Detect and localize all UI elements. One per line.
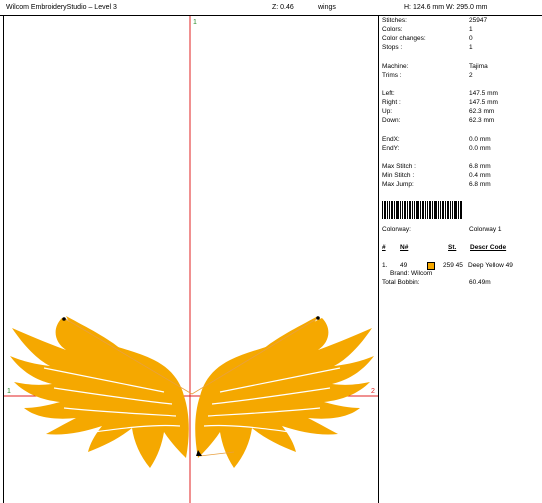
- thread-row-stitches: 259 45: [443, 262, 463, 269]
- app-title: Wilcom EmbroideryStudio – Level 3: [6, 4, 117, 11]
- stat-down: Down: 62.3 mm: [382, 117, 495, 124]
- design-name: wings: [318, 4, 336, 11]
- stat-max-stitch: Max Stitch :6.8 mm: [382, 163, 491, 170]
- zoom-level: Z: 0.46: [272, 4, 294, 11]
- stat-trims: Trims :2: [382, 72, 473, 79]
- start-point-icon: [62, 317, 66, 321]
- thread-row-needle: 49: [400, 262, 408, 269]
- stat-up: Up: 62.3 mm: [382, 108, 495, 115]
- col-header-stitches: St.: [448, 244, 457, 251]
- col-header-descr-code: Descr Code: [470, 244, 507, 251]
- stat-machine: Machine: Tajima: [382, 63, 488, 70]
- guide-marker-right: 2: [371, 388, 375, 395]
- title-bar: Wilcom EmbroideryStudio – Level 3 Z: 0.4…: [0, 0, 542, 16]
- thread-brand: Brand: Wilcom: [390, 270, 433, 277]
- end-point-icon: [316, 316, 320, 320]
- stat-left: Left: 147.5 mm: [382, 90, 498, 97]
- thread-row-number: 1.: [382, 262, 388, 269]
- total-bobbin-row: Total Bobbin: 60.49m: [382, 279, 491, 286]
- stat-stops: Stops :1: [382, 44, 473, 51]
- colorway-row: Colorway: Colorway 1: [382, 226, 502, 233]
- stat-max-jump: Max Jump: 6.8 mm: [382, 181, 491, 188]
- thread-row-description: Deep Yellow 49: [468, 262, 513, 269]
- design-barcode: [382, 201, 462, 219]
- col-header-needle: N#: [400, 244, 409, 251]
- stat-endx: EndX: 0.0 mm: [382, 136, 491, 143]
- thread-color-swatch: [427, 262, 435, 270]
- stat-endy: EndY: 0.0 mm: [382, 145, 491, 152]
- stitch-info-panel: Stitches: 25947 Colors: 1 Color changes: 0 …: [378, 16, 542, 503]
- stat-color-changes: Color changes: 0: [382, 35, 473, 42]
- col-header-number: #: [382, 244, 386, 251]
- stat-min-stitch: Min Stitch :0.4 mm: [382, 172, 491, 179]
- design-size: H: 124.6 mm W: 295.0 mm: [404, 4, 488, 11]
- stat-colors: Colors: 1: [382, 26, 473, 33]
- design-preview: 1 1 2: [4, 16, 378, 503]
- guide-marker-top: 1: [193, 19, 197, 26]
- guide-marker-left: 1: [7, 388, 11, 395]
- design-canvas[interactable]: 1 1 2: [3, 16, 379, 503]
- stat-right: Right :147.5 mm: [382, 99, 498, 106]
- stat-stitches: Stitches: 25947: [382, 17, 488, 24]
